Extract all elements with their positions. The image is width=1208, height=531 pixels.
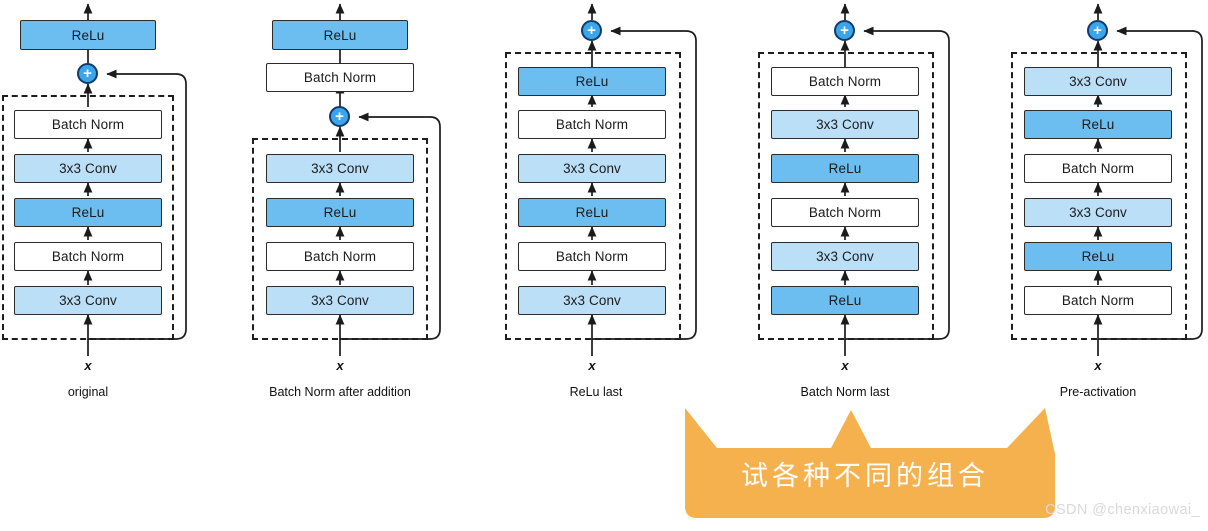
block-relu[interactable]: ReLu [1024, 110, 1172, 139]
callout-banner-shape [685, 408, 1055, 518]
block-relu[interactable]: ReLu [266, 198, 414, 227]
block-relu[interactable]: ReLu [1024, 242, 1172, 271]
input-label: x [841, 358, 849, 373]
diagram-canvas: ReLu Batch Norm 3x3 Conv ReLu Batch Norm… [0, 0, 1208, 526]
variant-caption: Batch Norm last [800, 385, 890, 399]
block-batch-norm[interactable]: Batch Norm [266, 63, 414, 92]
block-conv[interactable]: 3x3 Conv [518, 286, 666, 315]
addition-node[interactable]: + [329, 106, 350, 127]
addition-node[interactable]: + [77, 63, 98, 84]
block-batch-norm[interactable]: Batch Norm [771, 67, 919, 96]
block-batch-norm[interactable]: Batch Norm [266, 242, 414, 271]
callout-banner: 试各种不同的组合 [655, 398, 1075, 526]
input-label: x [588, 358, 596, 373]
block-batch-norm[interactable]: Batch Norm [518, 110, 666, 139]
variant-caption: original [67, 385, 109, 399]
block-conv[interactable]: 3x3 Conv [14, 154, 162, 183]
block-batch-norm[interactable]: Batch Norm [771, 198, 919, 227]
block-conv[interactable]: 3x3 Conv [1024, 67, 1172, 96]
block-relu[interactable]: ReLu [518, 198, 666, 227]
block-conv[interactable]: 3x3 Conv [518, 154, 666, 183]
block-batch-norm[interactable]: Batch Norm [1024, 154, 1172, 183]
block-batch-norm[interactable]: Batch Norm [14, 242, 162, 271]
block-conv[interactable]: 3x3 Conv [1024, 198, 1172, 227]
addition-node[interactable]: + [834, 20, 855, 41]
watermark-text: CSDN @chenxiaowai_ [1045, 502, 1200, 518]
block-relu[interactable]: ReLu [518, 67, 666, 96]
variant-caption: Pre-activation [1059, 385, 1137, 399]
input-label: x [1094, 358, 1102, 373]
input-label: x [84, 358, 92, 373]
block-relu[interactable]: ReLu [14, 198, 162, 227]
addition-node[interactable]: + [1087, 20, 1108, 41]
block-relu[interactable]: ReLu [20, 20, 156, 50]
block-relu[interactable]: ReLu [272, 20, 408, 50]
input-label: x [336, 358, 344, 373]
block-conv[interactable]: 3x3 Conv [266, 286, 414, 315]
block-conv[interactable]: 3x3 Conv [14, 286, 162, 315]
block-batch-norm[interactable]: Batch Norm [1024, 286, 1172, 315]
block-relu[interactable]: ReLu [771, 154, 919, 183]
block-conv[interactable]: 3x3 Conv [771, 242, 919, 271]
block-batch-norm[interactable]: Batch Norm [518, 242, 666, 271]
block-relu[interactable]: ReLu [771, 286, 919, 315]
variant-caption: Batch Norm after addition [269, 385, 411, 399]
block-conv[interactable]: 3x3 Conv [266, 154, 414, 183]
addition-node[interactable]: + [581, 20, 602, 41]
block-conv[interactable]: 3x3 Conv [771, 110, 919, 139]
block-batch-norm[interactable]: Batch Norm [14, 110, 162, 139]
variant-caption: ReLu last [569, 385, 623, 399]
